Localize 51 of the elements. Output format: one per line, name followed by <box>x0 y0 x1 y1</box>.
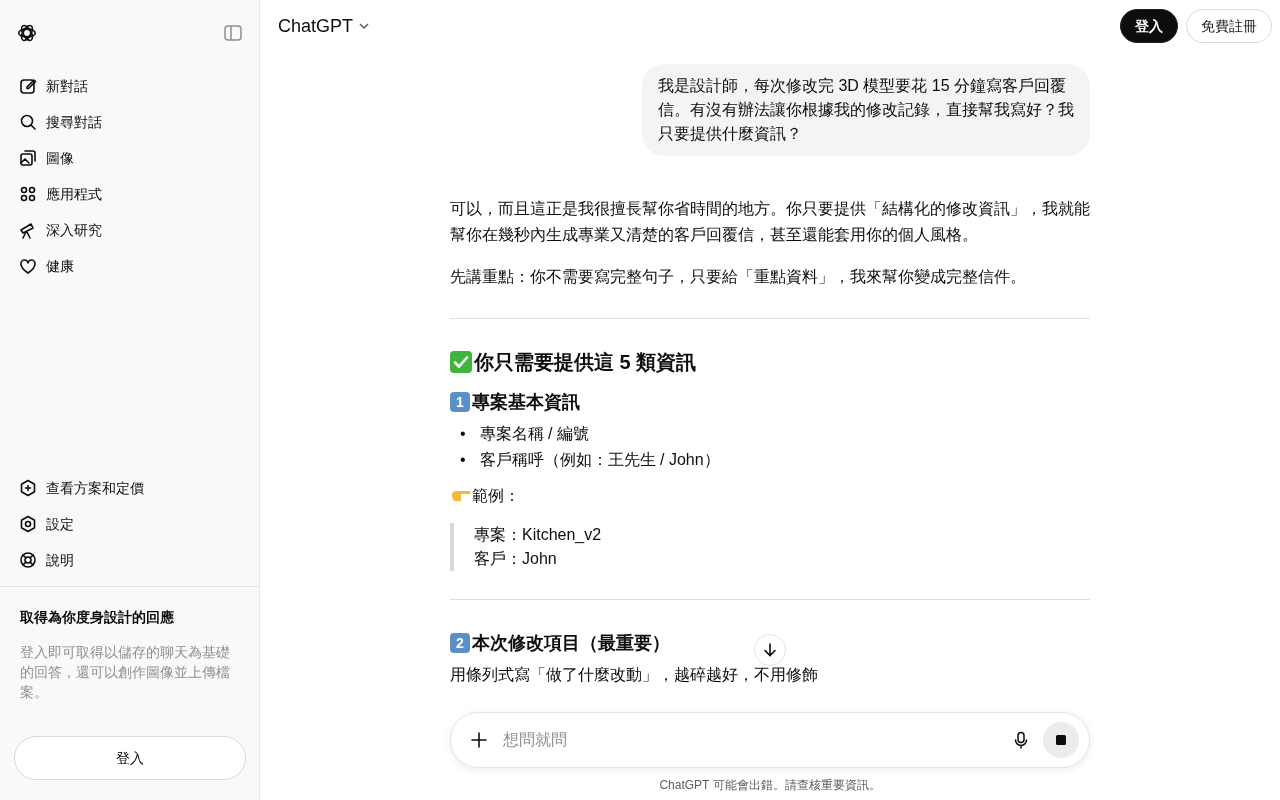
answer-paragraph: 可以，而且這正是我很擅長幫你省時間的地方。你只要提供「結構化的修改資訊」，我就能幫你在幾秒內生成專業又清楚的客戶回覆信，甚至還能套用你的個人風格。 <box>450 199 1090 245</box>
disclaimer-text: ChatGPT 可能會出錯。請查核重要資訊。 <box>658 777 882 794</box>
message-input[interactable]: 想問就問 <box>501 727 999 753</box>
message-composer[interactable]: 想問就問 <box>450 712 1090 768</box>
sidebar-item[interactable]: 新對話 <box>2 68 257 104</box>
subsection-heading: 專案基本資訊 <box>472 391 580 414</box>
bullet-item: 專案名稱 / 編號 <box>479 424 589 444</box>
edit-icon <box>18 76 38 96</box>
bullet-marker: • <box>460 424 466 444</box>
model-selector[interactable]: ChatGPT <box>278 12 372 40</box>
promo-title: 取得為你度身設計的回應 <box>19 608 175 627</box>
plus-icon <box>469 730 489 750</box>
arrow-down-icon <box>761 641 779 659</box>
heart-icon <box>18 256 38 276</box>
sidebar-item[interactable]: 圖像 <box>2 140 257 176</box>
answer-paragraph: 用條列式寫「做了什麼改動」，越碎越好，不用修飾 <box>450 665 819 685</box>
checkmark-icon <box>450 351 472 373</box>
sidebar-item[interactable]: 設定 <box>2 506 257 542</box>
scroll-down-button[interactable] <box>754 634 786 666</box>
signup-button[interactable]: 免費註冊 <box>1186 9 1272 43</box>
bullet-item: 客戶稱呼（例如：王先生 / John） <box>479 450 720 470</box>
sidebar-item[interactable]: 說明 <box>2 542 257 578</box>
number-badge: 2 <box>450 633 470 653</box>
quote-line: 專案：Kitchen_v2 <box>474 525 603 545</box>
attach-button[interactable] <box>469 730 489 750</box>
sidebar-item[interactable]: 搜尋對話 <box>2 104 257 140</box>
sidebar-item[interactable]: 健康 <box>2 248 257 284</box>
logo-icon[interactable] <box>16 22 38 44</box>
sidebar-item[interactable]: 深入研究 <box>2 212 257 248</box>
answer-paragraph: 先講重點：你不需要寫完整句子，只要給「重點資料」，我來幫你變成完整信件。 <box>450 267 1027 287</box>
settings-icon <box>18 514 38 534</box>
apps-icon <box>18 184 38 204</box>
bullet-marker: • <box>460 450 466 470</box>
user-message: 我是設計師，每次修改完 3D 模型要花 15 分鐘寫客戶回覆信。有沒有辦法讓你根據我的修改記錄，直接幫我寫好？我只要提供什麼資訊？ <box>642 64 1090 156</box>
stop-button[interactable] <box>1043 722 1079 758</box>
images-icon <box>18 148 38 168</box>
plus-hexagon-icon <box>18 478 38 498</box>
subsection-heading: 本次修改項目（最重要） <box>472 632 670 655</box>
example-label: 範例： <box>472 486 520 506</box>
sidebar-item[interactable]: 查看方案和定價 <box>2 470 257 506</box>
sidebar-toggle-icon[interactable] <box>223 23 243 43</box>
login-button[interactable]: 登入 <box>1120 9 1178 43</box>
promo-text: 登入即可取得以儲存的聊天為基礎的回答，還可以創作圖像並上傳檔案。 <box>19 643 231 702</box>
help-icon <box>18 550 38 570</box>
number-badge: 1 <box>450 392 470 412</box>
quote-line: 客戶：John <box>474 549 558 569</box>
search-icon <box>18 112 38 132</box>
sidebar-item[interactable]: 應用程式 <box>2 176 257 212</box>
login-button[interactable]: 登入 <box>14 736 246 780</box>
stop-icon <box>1055 734 1067 746</box>
section-heading: 你只需要提供這 5 類資訊 <box>474 350 697 375</box>
